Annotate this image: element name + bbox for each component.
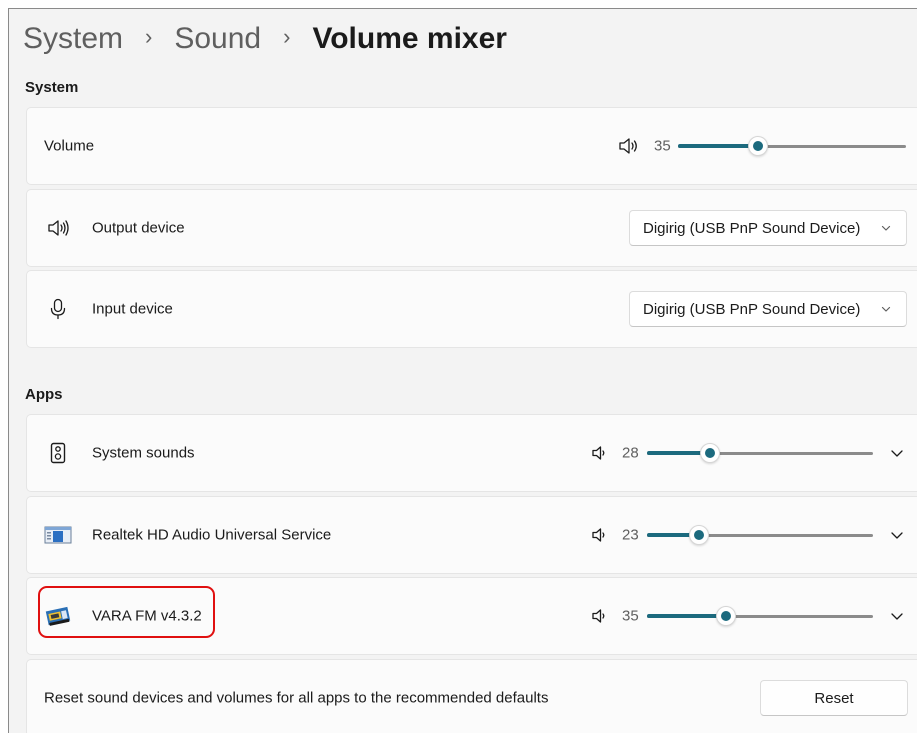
breadcrumb-separator: › [145, 24, 153, 49]
app-card-realtek: Realtek HD Audio Universal Service 23 [26, 496, 917, 574]
speaker-icon[interactable] [589, 442, 611, 464]
page-title: Volume mixer [312, 22, 507, 55]
input-device-selected: Digirig (USB PnP Sound Device) [643, 300, 861, 318]
realtek-app-icon [44, 526, 72, 544]
volume-label: Volume [44, 137, 95, 155]
speaker-device-icon [50, 442, 66, 464]
input-device-label: Input device [92, 300, 173, 318]
microphone-icon [50, 298, 66, 320]
slider-fill [678, 144, 758, 148]
chevron-down-icon [881, 306, 891, 312]
slider-thumb[interactable] [700, 443, 721, 463]
settings-window: System › Sound › Volume mixer System Vol… [8, 8, 917, 733]
chevron-down-icon [891, 532, 903, 539]
app-card-system-sounds: System sounds 28 [26, 414, 917, 492]
speaker-icon[interactable] [617, 135, 639, 157]
section-header-apps: Apps [25, 386, 63, 403]
breadcrumb-sound[interactable]: Sound [174, 22, 261, 56]
volume-value: 35 [654, 137, 671, 155]
app-volume-value: 28 [622, 444, 639, 462]
output-device-card: Output device Digirig (USB PnP Sound Dev… [26, 189, 917, 267]
slider-thumb[interactable] [716, 606, 737, 626]
chevron-down-icon [891, 450, 903, 457]
breadcrumb-system[interactable]: System [23, 22, 123, 56]
highlight-annotation [38, 586, 215, 638]
output-device-selected: Digirig (USB PnP Sound Device) [643, 219, 861, 237]
speaker-icon[interactable] [589, 605, 611, 627]
reset-card: Reset sound devices and volumes for all … [26, 659, 917, 733]
slider-fill [647, 614, 727, 618]
volume-card: Volume 35 [26, 107, 917, 185]
slider-thumb[interactable] [747, 136, 768, 156]
output-device-dropdown[interactable]: Digirig (USB PnP Sound Device) [629, 210, 907, 246]
input-device-card: Input device Digirig (USB PnP Sound Devi… [26, 270, 917, 348]
input-device-dropdown[interactable]: Digirig (USB PnP Sound Device) [629, 291, 907, 327]
chevron-down-icon [881, 225, 891, 231]
reset-description: Reset sound devices and volumes for all … [44, 689, 549, 707]
expand-button[interactable] [887, 443, 907, 463]
slider-thumb[interactable] [688, 525, 709, 545]
output-device-label: Output device [92, 219, 185, 237]
expand-button[interactable] [887, 525, 907, 545]
speaker-icon[interactable] [589, 524, 611, 546]
volume-slider[interactable] [678, 136, 906, 156]
breadcrumb-separator: › [283, 24, 291, 49]
app-name: System sounds [92, 444, 195, 462]
app-volume-slider[interactable] [647, 443, 873, 463]
chevron-down-icon [891, 613, 903, 620]
app-name: Realtek HD Audio Universal Service [92, 526, 332, 544]
section-header-system: System [25, 79, 79, 96]
breadcrumb: System › Sound › Volume mixer [23, 17, 507, 61]
expand-button[interactable] [887, 606, 907, 626]
app-volume-value: 35 [622, 607, 639, 625]
app-volume-slider[interactable] [647, 525, 873, 545]
speaker-loud-icon [48, 220, 69, 236]
app-volume-value: 23 [622, 526, 639, 544]
app-volume-slider[interactable] [647, 606, 873, 626]
reset-button[interactable]: Reset [760, 680, 908, 716]
